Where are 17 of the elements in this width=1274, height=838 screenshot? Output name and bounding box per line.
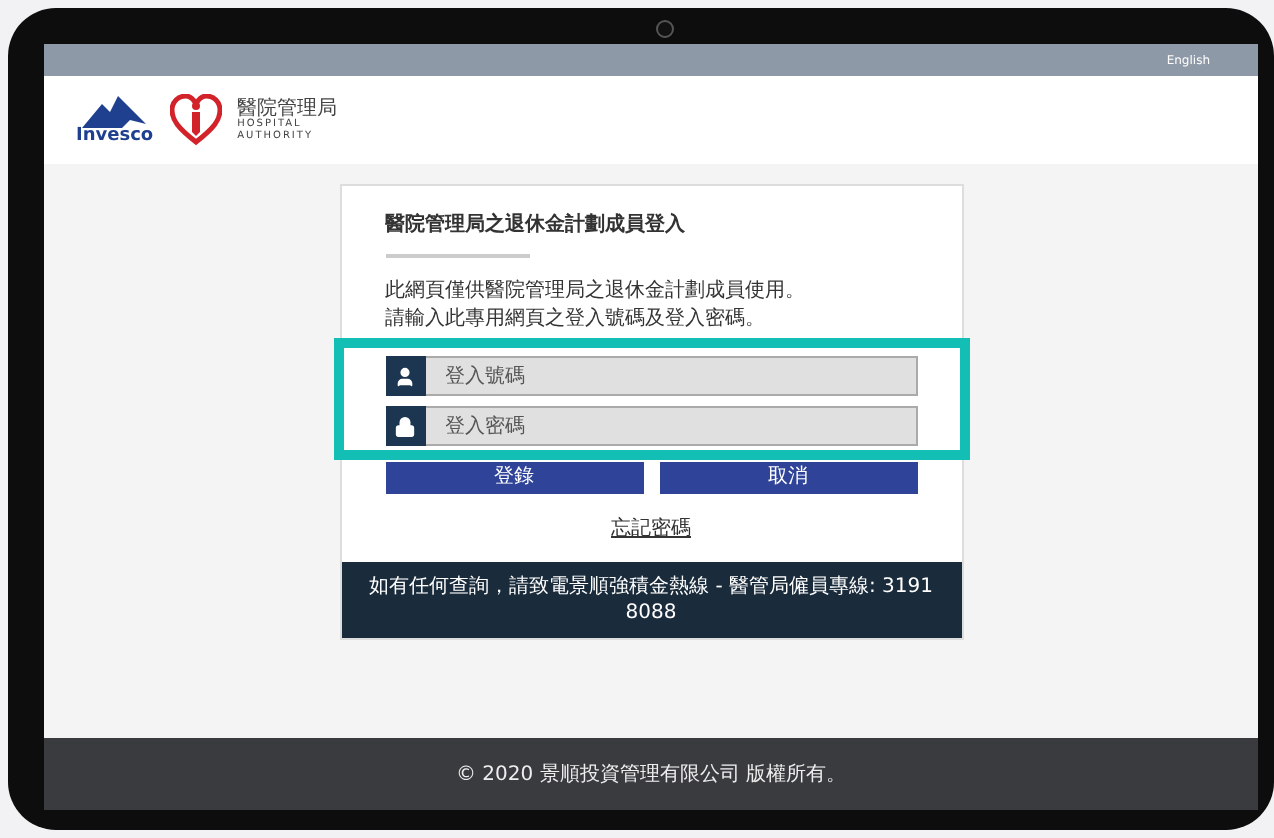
partner-name: 醫院管理局 (237, 97, 338, 119)
lock-icon (394, 415, 416, 437)
contact-strip: 如有任何查詢，請致電景順強積金熱線 - 醫管局僱員專線: 3191 8088 (341, 562, 961, 638)
mountain-logo-icon (82, 95, 147, 127)
input-field[interactable]: 登入密碼 (425, 406, 917, 446)
heart-logo-icon (169, 94, 222, 146)
description-text: 此網頁僅供醫院管理局之退休金計劃成員使用。 (385, 278, 807, 305)
card-title: 醫院管理局之退休金計劃成員登入 (385, 210, 687, 238)
cancel-button[interactable]: 取消 (659, 462, 917, 494)
camera-icon (656, 20, 674, 38)
login-button[interactable]: 登錄 (385, 462, 643, 494)
user-icon (394, 365, 416, 387)
description-text: 請輸入此專用網頁之登入號碼及登入密碼。 (385, 305, 767, 332)
input-field[interactable]: 登入號碼 (425, 356, 917, 396)
brand-name: Invesco (76, 127, 154, 145)
forgot-password-link[interactable]: 忘記密碼 (611, 514, 691, 542)
copyright-text: © 2020 景順投資管理有限公司 版權所有。 (456, 761, 846, 788)
